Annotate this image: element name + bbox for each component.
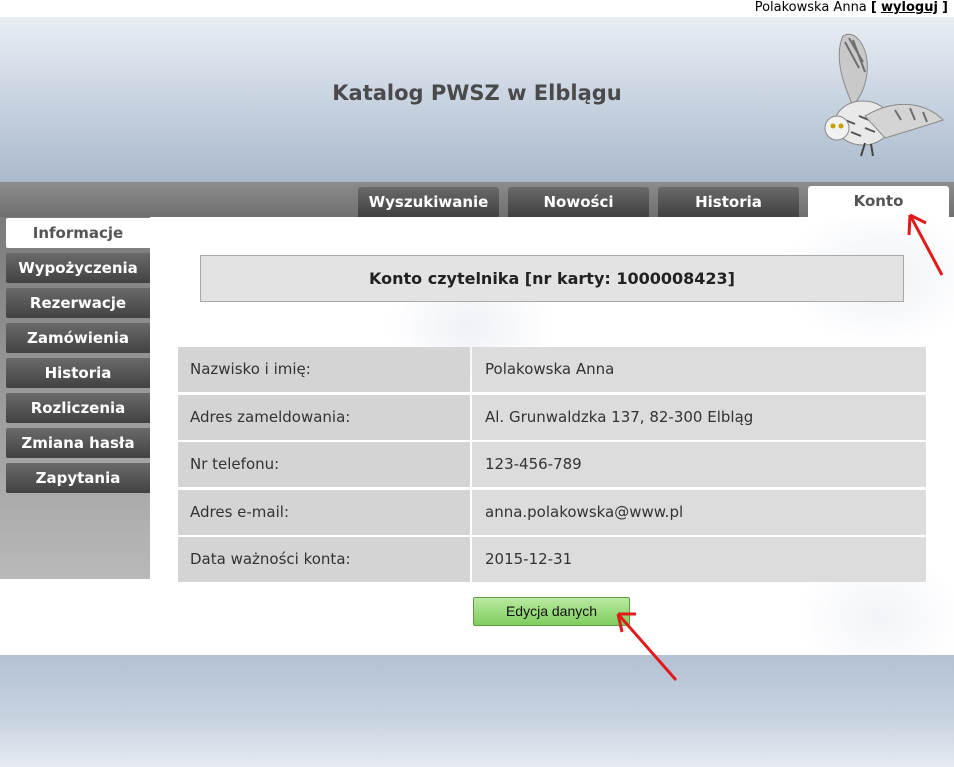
red-arrow-icon [907, 213, 944, 276]
sidebar-item-historia[interactable]: Historia [6, 358, 150, 388]
sidebar-item-informacje[interactable]: Informacje [6, 218, 150, 248]
table-row: Nr telefonu: 123-456-789 [178, 442, 926, 490]
sidebar-item-rezerwacje[interactable]: Rezerwacje [6, 288, 150, 318]
account-card-title: Konto czytelnika [nr karty: 1000008423] [200, 255, 904, 302]
table-row: Adres e-mail: anna.polakowska@www.pl [178, 489, 926, 538]
top-user-bar: Polakowska Anna [ wyloguj ] [0, 0, 954, 17]
account-info-table: Nazwisko i imię: Polakowska Anna Adres z… [178, 347, 926, 585]
tab-historia[interactable]: Historia [658, 187, 799, 217]
logout-bracket-close: ] [942, 0, 948, 15]
header-banner: Katalog PWSZ w Elblągu [0, 17, 954, 182]
sidebar-item-zmiana-hasla[interactable]: Zmiana hasła [6, 428, 150, 458]
sidebar-item-wypozyczenia[interactable]: Wypożyczenia [6, 253, 150, 283]
tab-nowosci[interactable]: Nowości [508, 187, 649, 217]
row-value-phone: 123-456-789 [472, 442, 926, 488]
row-label-expiry: Data ważności konta: [178, 537, 470, 583]
row-label-name: Nazwisko i imię: [178, 347, 470, 392]
edit-data-button[interactable]: Edycja danych [473, 597, 630, 626]
footer-band [0, 655, 954, 767]
logout-link[interactable]: wyloguj [881, 0, 938, 15]
owl-icon [824, 33, 944, 157]
row-label-email: Adres e-mail: [178, 489, 470, 535]
user-name: Polakowska Anna [754, 0, 867, 15]
row-label-address: Adres zameldowania: [178, 394, 470, 440]
user-info: Polakowska Anna [ wyloguj ] [755, 0, 948, 15]
tab-wyszukiwanie[interactable]: Wyszukiwanie [358, 187, 499, 217]
row-value-expiry: 2015-12-31 [472, 537, 926, 583]
table-row: Adres zameldowania: Al. Grunwaldzka 137,… [178, 394, 926, 443]
sidebar-item-zamowienia[interactable]: Zamówienia [6, 323, 150, 353]
row-label-phone: Nr telefonu: [178, 442, 470, 488]
row-value-address: Al. Grunwaldzka 137, 82-300 Elbląg [472, 394, 926, 440]
sidebar-item-zapytania[interactable]: Zapytania [6, 463, 150, 493]
logout-bracket-open: [ [870, 0, 877, 15]
row-value-name: Polakowska Anna [472, 347, 926, 392]
page-title: Katalog PWSZ w Elblągu [332, 81, 622, 105]
red-arrow-icon [616, 612, 678, 681]
row-value-email: anna.polakowska@www.pl [472, 489, 926, 535]
table-row: Data ważności konta: 2015-12-31 [178, 537, 926, 585]
table-row: Nazwisko i imię: Polakowska Anna [178, 347, 926, 395]
sidebar-item-rozliczenia[interactable]: Rozliczenia [6, 393, 150, 423]
